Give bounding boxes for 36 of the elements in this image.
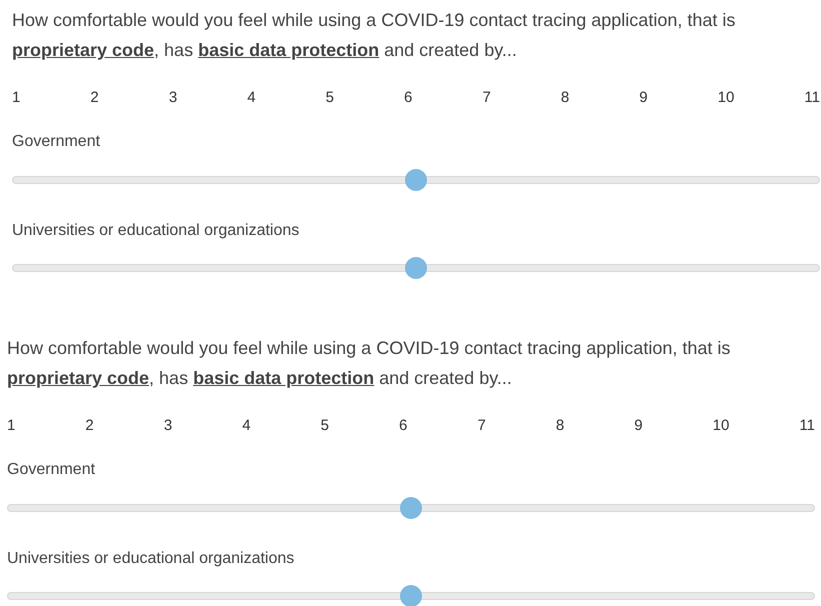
question-text: How comfortable would you feel while using a COVID-19 contact tracing application, that is proprietary code, has basic data protection and created by... bbox=[7, 337, 732, 390]
scale-label: 2 bbox=[85, 416, 94, 436]
scale-label: 11 bbox=[804, 88, 820, 108]
scale-label: 5 bbox=[326, 88, 334, 108]
scale-label: 1 bbox=[12, 88, 20, 108]
question-text: How comfortable would you feel while using a COVID-19 contact tracing application, that is proprietary code, has basic data protection and created by... bbox=[12, 9, 736, 62]
scale-label: 2 bbox=[90, 88, 99, 108]
slider-thumb[interactable] bbox=[400, 585, 422, 606]
scale-label: 11 bbox=[799, 416, 815, 436]
scale-label: 8 bbox=[556, 416, 564, 436]
scale-label: 9 bbox=[639, 88, 648, 108]
scale-label: 4 bbox=[247, 88, 256, 108]
scale-label: 4 bbox=[242, 416, 251, 436]
slider[interactable] bbox=[12, 168, 820, 192]
scale-label: 10 bbox=[718, 88, 734, 108]
slider-label: Universities or educational organizations bbox=[7, 549, 294, 569]
scale-label: 5 bbox=[320, 416, 329, 436]
slider-thumb[interactable] bbox=[405, 257, 427, 279]
slider[interactable] bbox=[7, 584, 815, 606]
scale-label: 10 bbox=[712, 416, 730, 436]
scale-label: 6 bbox=[399, 416, 408, 436]
scale-label: 1 bbox=[7, 416, 16, 436]
slider-label: Government bbox=[7, 460, 96, 480]
scale-label: 6 bbox=[404, 88, 412, 108]
slider[interactable] bbox=[7, 496, 815, 520]
slider-label: Government bbox=[12, 132, 100, 152]
scale-label: 7 bbox=[482, 88, 491, 108]
slider[interactable] bbox=[12, 256, 820, 280]
scale-label: 7 bbox=[477, 416, 486, 436]
scale-label: 3 bbox=[168, 88, 178, 108]
slider-label: Universities or educational organizations bbox=[12, 221, 300, 241]
slider-thumb[interactable] bbox=[400, 497, 422, 519]
scale-label: 3 bbox=[164, 416, 172, 436]
slider-thumb[interactable] bbox=[405, 169, 427, 191]
scale-label: 8 bbox=[560, 88, 570, 108]
scale-label: 9 bbox=[634, 416, 643, 436]
